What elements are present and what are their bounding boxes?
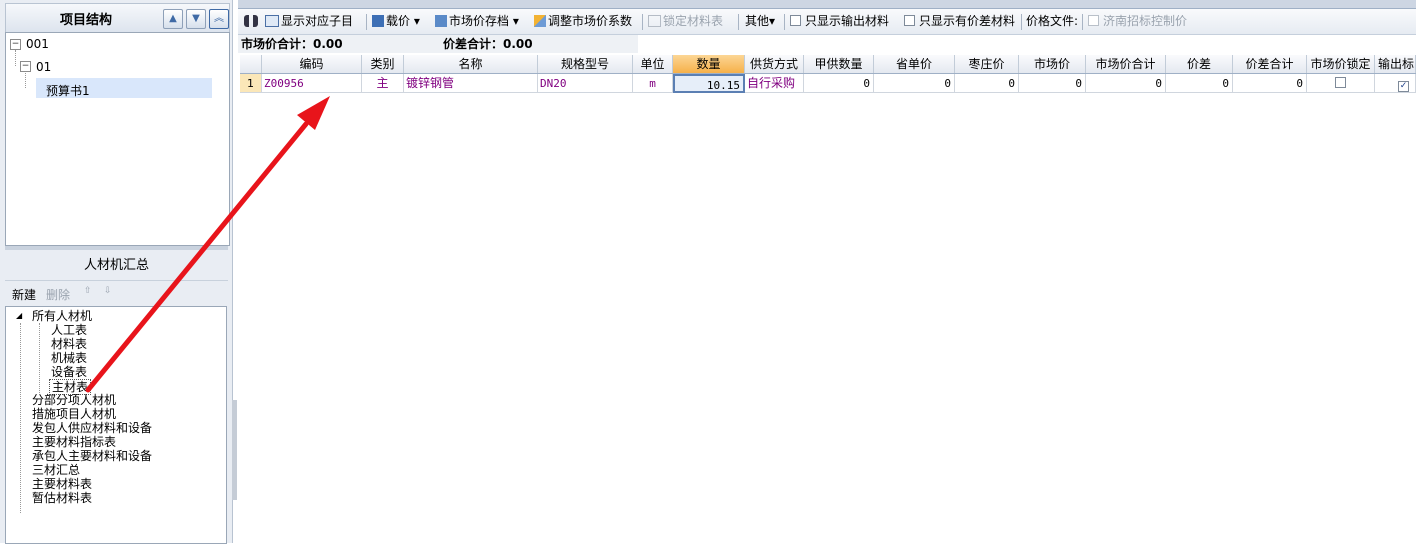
arrow-shaft bbox=[85, 121, 309, 393]
annotation-arrow bbox=[85, 96, 330, 393]
arrow-head bbox=[297, 96, 330, 130]
